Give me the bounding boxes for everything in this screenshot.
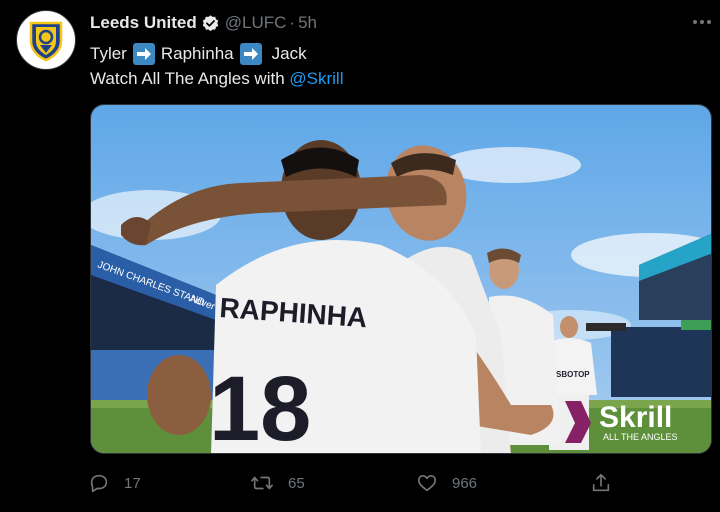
skrill-tagline: ALL THE ANGLES	[603, 432, 678, 442]
more-options-icon[interactable]	[690, 12, 714, 32]
share-button[interactable]	[590, 470, 612, 496]
share-icon	[592, 473, 610, 492]
reply-icon	[90, 474, 108, 493]
video-media[interactable]: JOHN CHARLES STAND Adver SBOTOP RAPHINHA…	[90, 104, 712, 454]
tweet[interactable]: Leeds United @LUFC · 5h Tyler Raphinha J…	[0, 0, 720, 512]
leeds-crest-icon	[29, 21, 63, 62]
text-prefix: Watch All The Angles with	[90, 69, 290, 88]
tweet-actions: 17 65 966	[88, 470, 628, 496]
text-word-raphinha: Raphinha	[160, 44, 234, 63]
retweet-button[interactable]: 65	[250, 470, 305, 496]
author-name[interactable]: Leeds United	[90, 13, 197, 33]
text-word-jack: Jack	[271, 44, 307, 63]
avatar[interactable]	[16, 10, 76, 70]
tweet-text-line-1: Tyler Raphinha Jack	[90, 41, 343, 66]
retweet-icon	[251, 476, 273, 490]
separator-dot: ·	[289, 13, 296, 32]
timestamp[interactable]: 5h	[298, 13, 317, 33]
reply-button[interactable]: 17	[88, 470, 141, 496]
video-frame: JOHN CHARLES STAND Adver SBOTOP RAPHINHA…	[91, 105, 711, 454]
like-count: 966	[452, 474, 478, 492]
tweet-text: Tyler Raphinha Jack Watch All The Angles…	[90, 41, 343, 91]
tweet-header: Leeds United @LUFC · 5h	[90, 12, 317, 34]
verified-badge-icon	[201, 14, 220, 33]
like-button[interactable]: 966	[416, 470, 477, 496]
shirt-sponsor: SBOTOP	[556, 370, 590, 379]
right-arrow-emoji-icon	[132, 42, 155, 65]
right-arrow-emoji-icon	[239, 42, 262, 65]
reply-count: 17	[124, 474, 141, 492]
like-icon	[417, 475, 437, 492]
skrill-logo: Skrill	[599, 401, 672, 434]
tweet-text-line-2: Watch All The Angles with @Skrill	[90, 66, 343, 91]
shirt-number: 18	[209, 358, 311, 454]
author-handle[interactable]: @LUFC	[225, 13, 287, 33]
text-word-tyler: Tyler	[90, 44, 127, 63]
mention-link[interactable]: @Skrill	[289, 66, 343, 91]
retweet-count: 65	[288, 474, 305, 492]
